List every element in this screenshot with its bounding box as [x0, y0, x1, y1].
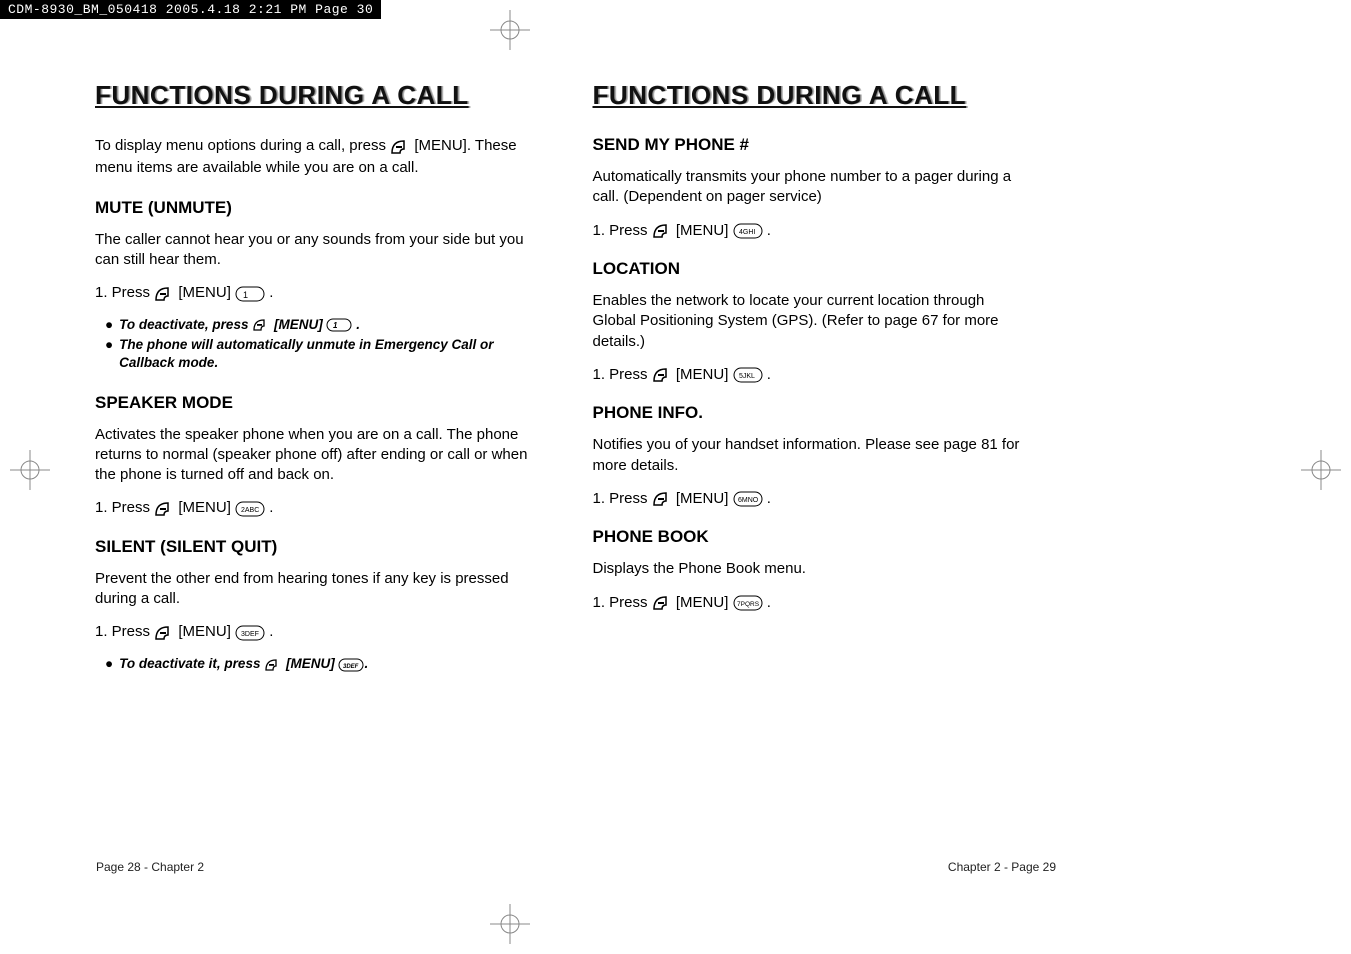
section-body: Prevent the other end from hearing tones… [95, 569, 533, 610]
step-text: 1. Press [MENU] 1 . [95, 284, 533, 302]
svg-text:2ABC: 2ABC [241, 507, 259, 514]
left-soft-key-icon [154, 624, 174, 641]
svg-text:3DEF: 3DEF [241, 631, 259, 638]
left-soft-key-icon [652, 222, 672, 239]
page-right: FUNCTIONS DURING A CALL SEND MY PHONE # … [588, 80, 1031, 679]
section-body: Notifies you of your handset information… [593, 435, 1031, 476]
key-6-icon: 6MNO [733, 490, 763, 507]
note-line: ●To deactivate it, press [MENU] 3DEF. [105, 655, 533, 674]
left-soft-key-icon [652, 366, 672, 383]
crop-mark-top [490, 10, 530, 50]
page-footer-left: Page 28 - Chapter 2 [96, 860, 204, 874]
section-body: Activates the speaker phone when you are… [95, 425, 533, 486]
left-soft-key-icon [252, 316, 270, 334]
key-3-icon: 3DEF [338, 655, 364, 673]
note-line: ●To deactivate, press [MENU] 1 . [105, 316, 533, 335]
svg-text:1: 1 [243, 290, 248, 300]
note-text: The phone will automatically unmute in E… [119, 336, 532, 372]
section-body: The caller cannot hear you or any sounds… [95, 230, 533, 271]
crop-mark-bottom [490, 904, 530, 944]
left-soft-key-icon [154, 285, 174, 302]
step-text: 1. Press [MENU] 6MNO . [593, 490, 1031, 508]
key-4-icon: 4GHI [733, 222, 763, 239]
svg-text:6MNO: 6MNO [738, 497, 759, 504]
note-line: ●The phone will automatically unmute in … [105, 336, 533, 372]
page-title: FUNCTIONS DURING A CALL [593, 80, 1031, 111]
svg-text:4GHI: 4GHI [739, 229, 755, 236]
key-2-icon: 2ABC [235, 500, 265, 517]
svg-text:7PQRS: 7PQRS [737, 601, 760, 608]
section-heading-speaker: SPEAKER MODE [95, 393, 533, 413]
page-left: FUNCTIONS DURING A CALL To display menu … [95, 80, 533, 679]
step-text: 1. Press [MENU] 3DEF . [95, 623, 533, 641]
step-text: 1. Press [MENU] 2ABC . [95, 499, 533, 517]
intro-text: To display menu options during a call, p… [95, 135, 533, 178]
left-soft-key-icon [264, 655, 282, 673]
key-1-icon: 1 [326, 316, 352, 334]
section-heading-phonebook: PHONE BOOK [593, 527, 1031, 547]
print-header: CDM-8930_BM_050418 2005.4.18 2:21 PM Pag… [0, 0, 381, 19]
left-soft-key-icon [390, 136, 410, 157]
key-5-icon: 5JKL [733, 366, 763, 383]
left-soft-key-icon [652, 490, 672, 507]
left-soft-key-icon [154, 500, 174, 517]
svg-text:5JKL: 5JKL [739, 373, 755, 380]
section-heading-silent: SILENT (SILENT QUIT) [95, 537, 533, 557]
key-1-icon: 1 [235, 285, 265, 302]
section-body: Displays the Phone Book menu. [593, 559, 1031, 579]
page-spread: FUNCTIONS DURING A CALL To display menu … [95, 80, 1030, 679]
section-heading-mute: MUTE (UNMUTE) [95, 198, 533, 218]
svg-text:3DEF: 3DEF [343, 664, 359, 670]
note-block: ●To deactivate, press [MENU] 1 . ●The ph… [105, 316, 533, 373]
left-soft-key-icon [652, 594, 672, 611]
crop-mark-left [10, 450, 50, 490]
page-footer-right: Chapter 2 - Page 29 [948, 860, 1056, 874]
crop-mark-right [1301, 450, 1341, 490]
step-text: 1. Press [MENU] 5JKL . [593, 366, 1031, 384]
page-title: FUNCTIONS DURING A CALL [95, 80, 533, 111]
note-block: ●To deactivate it, press [MENU] 3DEF. [105, 655, 533, 674]
svg-text:1: 1 [333, 321, 338, 330]
key-3-icon: 3DEF [235, 624, 265, 641]
section-heading-phoneinfo: PHONE INFO. [593, 403, 1031, 423]
step-text: 1. Press [MENU] 7PQRS . [593, 594, 1031, 612]
section-body: Enables the network to locate your curre… [593, 291, 1031, 352]
section-heading-sendphone: SEND MY PHONE # [593, 135, 1031, 155]
step-text: 1. Press [MENU] 4GHI . [593, 222, 1031, 240]
section-body: Automatically transmits your phone numbe… [593, 167, 1031, 208]
section-heading-location: LOCATION [593, 259, 1031, 279]
key-7-icon: 7PQRS [733, 594, 763, 611]
